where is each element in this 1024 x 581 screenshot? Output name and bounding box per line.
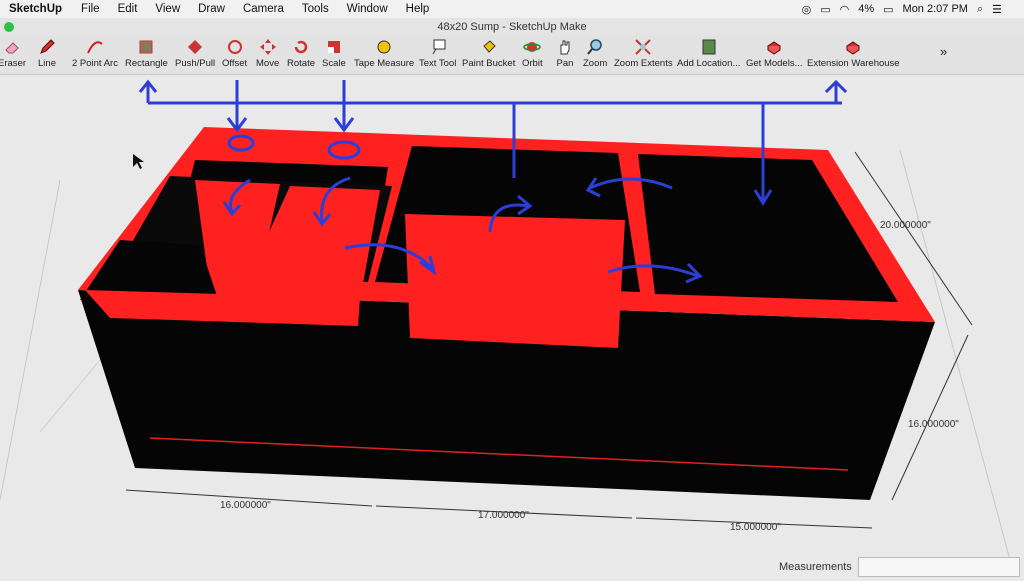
window-close-button[interactable]	[4, 22, 14, 32]
tool-move[interactable]: Move	[256, 36, 279, 74]
creative-cloud-icon[interactable]: ◎	[802, 3, 812, 16]
airplay-icon[interactable]: ▭	[820, 3, 830, 16]
tool-rectangle[interactable]: Rectangle	[125, 36, 168, 74]
tool-tape-measure[interactable]: Tape Measure	[354, 36, 414, 74]
tool-pan[interactable]: Pan	[556, 36, 574, 74]
tool-text[interactable]: Text Tool	[419, 36, 456, 74]
menu-draw[interactable]: Draw	[189, 3, 234, 15]
menu-help[interactable]: Help	[397, 3, 439, 15]
dimension-label-depth: 20.000000"	[880, 220, 931, 231]
menu-window[interactable]: Window	[338, 3, 397, 15]
clock[interactable]: Mon 2:07 PM	[903, 3, 968, 15]
measurements-label: Measurements	[779, 561, 852, 573]
menu-edit[interactable]: Edit	[109, 3, 147, 15]
measurements-input[interactable]	[858, 557, 1020, 577]
dimension-label-width-3: 15.000000"	[730, 522, 781, 533]
status-area: ◎ ▭ ◠ 4% ▭ Mon 2:07 PM ⌕ ☰	[802, 3, 1024, 16]
dimension-label-width-1: 16.000000"	[220, 500, 271, 511]
paint-bucket-icon	[482, 40, 496, 53]
move-icon	[259, 39, 276, 55]
menu-camera[interactable]: Camera	[234, 3, 293, 15]
drawing-canvas[interactable]: 20.000000" 16.000000" 16.000000" 17.0000…	[0, 75, 1024, 576]
baffle-panel[interactable]	[405, 214, 625, 348]
menu-file[interactable]: File	[72, 3, 109, 15]
menu-bar: SketchUp File Edit View Draw Camera Tool…	[0, 0, 1024, 18]
tool-2-point-arc[interactable]: 2 Point Arc	[72, 36, 118, 74]
tool-scale[interactable]: Scale	[322, 36, 346, 74]
toolbar-overflow-button[interactable]: »	[940, 44, 947, 64]
push-pull-icon	[188, 40, 203, 54]
dimension-label-height: 16.000000"	[908, 419, 959, 430]
tool-push-pull[interactable]: Push/Pull	[175, 36, 215, 74]
menu-tools[interactable]: Tools	[293, 3, 338, 15]
tool-add-location[interactable]: Add Location...	[677, 36, 740, 74]
tool-offset[interactable]: Offset	[222, 36, 247, 74]
tool-zoom-extents[interactable]: Zoom Extents	[614, 36, 673, 74]
zoom-extents-icon	[635, 39, 652, 55]
extension-warehouse-icon	[846, 41, 861, 55]
model-viewport: 20.000000" 16.000000" 16.000000" 17.0000…	[0, 79, 1011, 561]
tool-get-models[interactable]: Get Models...	[746, 36, 803, 74]
tape-measure-icon	[377, 40, 391, 54]
main-toolbar: Eraser Line 2 Point Arc Rectangle Push/P…	[0, 36, 1024, 75]
axis-line	[0, 179, 61, 501]
mouse-cursor-icon	[133, 154, 144, 169]
get-models-icon	[767, 41, 782, 55]
tool-line[interactable]: Line	[38, 36, 56, 74]
window-title-bar: 48x20 Sump - SketchUp Make	[0, 18, 1024, 36]
pencil-icon	[40, 39, 55, 54]
tool-orbit[interactable]: Orbit	[522, 36, 543, 74]
tool-rotate[interactable]: Rotate	[287, 36, 315, 74]
battery-icon[interactable]: ▭	[883, 3, 893, 16]
arc-icon	[87, 41, 103, 54]
offset-icon	[227, 40, 242, 54]
add-location-icon	[702, 39, 716, 55]
zoom-icon	[587, 39, 602, 55]
text-tool-icon	[432, 39, 446, 55]
tool-eraser[interactable]: Eraser	[0, 36, 26, 74]
notification-center-icon[interactable]: ☰	[992, 3, 1002, 16]
tool-extension-warehouse[interactable]: Extension Warehouse	[807, 36, 900, 74]
rotate-icon	[294, 40, 308, 54]
pan-hand-icon	[560, 40, 570, 55]
eraser-icon	[5, 42, 19, 54]
battery-percent: 4%	[858, 3, 875, 15]
orbit-icon	[523, 42, 542, 52]
wifi-icon[interactable]: ◠	[840, 3, 850, 16]
spotlight-search-icon[interactable]: ⌕	[977, 3, 983, 16]
rectangle-icon	[139, 40, 153, 54]
arrow-down-icon	[226, 80, 248, 133]
dimension-label-width-2: 17.000000"	[478, 510, 529, 521]
scale-icon	[327, 41, 340, 53]
tool-zoom[interactable]: Zoom	[583, 36, 607, 74]
menu-view[interactable]: View	[146, 3, 189, 15]
arrow-down-icon	[333, 80, 355, 133]
app-menu[interactable]: SketchUp	[0, 3, 72, 15]
tool-paint-bucket[interactable]: Paint Bucket	[462, 36, 515, 74]
window-title: 48x20 Sump - SketchUp Make	[437, 21, 587, 33]
